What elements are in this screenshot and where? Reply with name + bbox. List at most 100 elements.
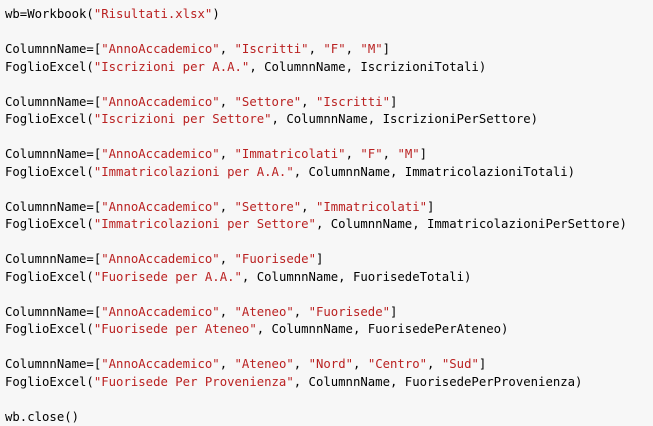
code-token: , ColumnnName, FuorisedePerProvenienza) [294, 375, 583, 389]
blank-line [5, 391, 653, 409]
string-literal: "F" [360, 147, 382, 161]
string-literal: "Fuorisede Per Provenienza" [94, 375, 294, 389]
code-token: FoglioExcel( [5, 322, 94, 336]
code-token: , ColumnnName, FuorisedeTotali) [242, 270, 472, 284]
code-token: FoglioExcel( [5, 270, 94, 284]
code-token: , [346, 147, 361, 161]
code-token: , [220, 200, 235, 214]
code-token: , [220, 252, 235, 266]
string-literal: "Fuorisede per A.A." [94, 270, 242, 284]
code-token: ] [427, 200, 434, 214]
code-token: ColumnnName=[ [5, 147, 101, 161]
blank-line [5, 339, 653, 357]
code-token: , [309, 42, 324, 56]
code-token: ColumnnName=[ [5, 252, 101, 266]
string-literal: "Ateneo" [235, 305, 294, 319]
code-token: ColumnnName=[ [5, 95, 101, 109]
code-line: wb=Workbook("Risultati.xlsx") [5, 6, 653, 24]
string-literal: "Centro" [368, 357, 427, 371]
code-line: FoglioExcel("Fuorisede Per Provenienza",… [5, 374, 653, 392]
string-literal: "AnnoAccademico" [101, 357, 219, 371]
code-token: , [294, 305, 309, 319]
string-literal: "Nord" [309, 357, 353, 371]
code-token: ColumnnName=[ [5, 42, 101, 56]
code-token: ] [316, 252, 323, 266]
string-literal: "Fuorisede" [309, 305, 390, 319]
code-token: , [220, 305, 235, 319]
code-token: , [353, 357, 368, 371]
string-literal: "Immatricolati" [235, 147, 346, 161]
code-line: ColumnnName=["AnnoAccademico", "Iscritti… [5, 41, 653, 59]
blank-line [5, 76, 653, 94]
string-literal: "Immatricolati" [316, 200, 427, 214]
string-literal: "Iscrizioni per Settore" [94, 112, 272, 126]
code-token: wb.close() [5, 410, 79, 424]
blank-line [5, 234, 653, 252]
code-token: , ColumnnName, ImmatricolazioniPerSettor… [316, 217, 627, 231]
string-literal: "AnnoAccademico" [101, 147, 219, 161]
code-token: FoglioExcel( [5, 375, 94, 389]
code-token: ] [420, 147, 427, 161]
code-token: , [383, 147, 398, 161]
string-literal: "Fuorisede" [235, 252, 316, 266]
code-line: ColumnnName=["AnnoAccademico", "Settore"… [5, 94, 653, 112]
string-literal: "AnnoAccademico" [101, 252, 219, 266]
string-literal: "M" [397, 147, 419, 161]
string-literal: "M" [360, 42, 382, 56]
code-token: FoglioExcel( [5, 217, 94, 231]
code-token: ] [390, 95, 397, 109]
code-line: wb.close() [5, 409, 653, 426]
string-literal: "AnnoAccademico" [101, 200, 219, 214]
string-literal: "AnnoAccademico" [101, 305, 219, 319]
code-line: FoglioExcel("Immatricolazioni per A.A.",… [5, 164, 653, 182]
blank-line [5, 181, 653, 199]
code-cell[interactable]: wb=Workbook("Risultati.xlsx") ColumnnName… [0, 0, 653, 413]
code-line: FoglioExcel("Iscrizioni per Settore", Co… [5, 111, 653, 129]
code-line: ColumnnName=["AnnoAccademico", "Ateneo",… [5, 356, 653, 374]
blank-line [5, 129, 653, 147]
string-literal: "Settore" [235, 200, 302, 214]
code-token: , [294, 357, 309, 371]
string-literal: "AnnoAccademico" [101, 95, 219, 109]
code-token: , [301, 200, 316, 214]
code-token: , [346, 42, 361, 56]
code-token: , [427, 357, 442, 371]
code-line: ColumnnName=["AnnoAccademico", "Fuorised… [5, 251, 653, 269]
code-line: FoglioExcel("Fuorisede per Ateneo", Colu… [5, 321, 653, 339]
code-token: , [220, 357, 235, 371]
code-token: ColumnnName=[ [5, 357, 101, 371]
string-literal: "Iscritti" [235, 42, 309, 56]
code-token: ) [212, 7, 219, 21]
code-token: ColumnnName=[ [5, 200, 101, 214]
string-literal: "Fuorisede per Ateneo" [94, 322, 257, 336]
code-token: , ColumnnName, IscrizioniTotali) [249, 60, 486, 74]
code-token: , ColumnnName, FuorisedePerAteneo) [257, 322, 509, 336]
blank-line [5, 24, 653, 42]
code-line: ColumnnName=["AnnoAccademico", "Ateneo",… [5, 304, 653, 322]
blank-line [5, 286, 653, 304]
code-token: FoglioExcel( [5, 60, 94, 74]
string-literal: "AnnoAccademico" [101, 42, 219, 56]
code-token: , [220, 95, 235, 109]
code-token: wb=Workbook( [5, 7, 94, 21]
code-token: ] [383, 42, 390, 56]
code-line: ColumnnName=["AnnoAccademico", "Immatric… [5, 146, 653, 164]
string-literal: "Risultati.xlsx" [94, 7, 212, 21]
string-literal: "F" [323, 42, 345, 56]
string-literal: "Immatricolazioni per Settore" [94, 217, 316, 231]
code-line: ColumnnName=["AnnoAccademico", "Settore"… [5, 199, 653, 217]
string-literal: "Iscrizioni per A.A." [94, 60, 249, 74]
code-token: FoglioExcel( [5, 165, 94, 179]
code-block[interactable]: wb=Workbook("Risultati.xlsx") ColumnnName… [5, 6, 653, 426]
code-token: ] [390, 305, 397, 319]
code-token: , ColumnnName, ImmatricolazioniTotali) [294, 165, 575, 179]
code-token: , [220, 42, 235, 56]
string-literal: "Iscritti" [316, 95, 390, 109]
code-token: , [301, 95, 316, 109]
string-literal: "Settore" [235, 95, 302, 109]
code-token: , ColumnnName, IscrizioniPerSettore) [272, 112, 539, 126]
code-token: ] [479, 357, 486, 371]
string-literal: "Immatricolazioni per A.A." [94, 165, 294, 179]
string-literal: "Sud" [442, 357, 479, 371]
code-token: FoglioExcel( [5, 112, 94, 126]
